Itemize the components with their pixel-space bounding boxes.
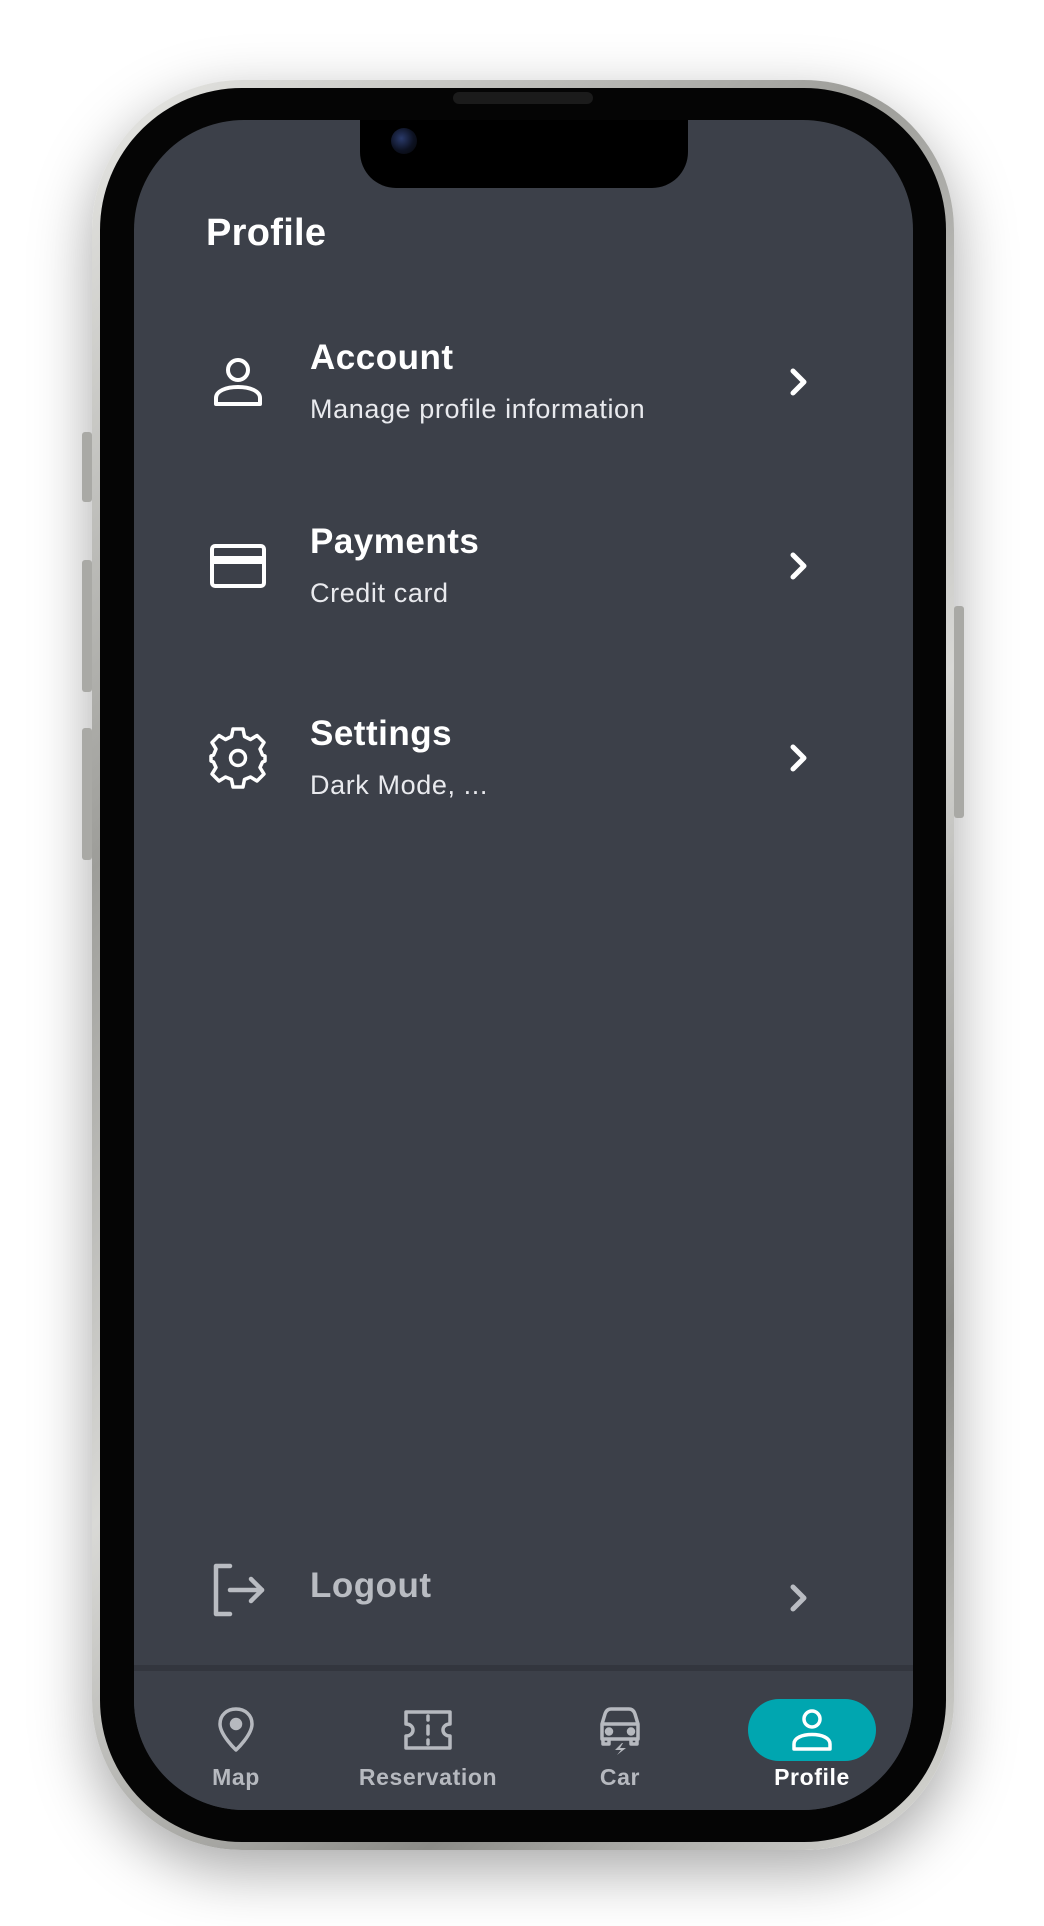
chevron-right-icon <box>778 546 818 586</box>
map-pin-icon <box>172 1699 300 1761</box>
earpiece-speaker <box>453 92 593 104</box>
volume-down-button <box>82 728 92 860</box>
menu-item-account[interactable]: Account Manage profile information <box>206 330 846 440</box>
person-icon <box>206 350 270 414</box>
app-screen: Profile Account Manage profile informati… <box>134 120 913 1810</box>
volume-up-button <box>82 560 92 692</box>
power-button <box>954 606 964 818</box>
logout-icon <box>206 1558 270 1622</box>
bottom-navigation: Map Reservation Car Profile <box>134 1671 913 1810</box>
menu-item-title: Payments <box>310 522 480 561</box>
chevron-right-icon <box>778 1578 818 1618</box>
front-camera <box>391 128 417 154</box>
menu-item-title: Settings <box>310 714 453 753</box>
nav-label: Map <box>212 1764 260 1790</box>
person-icon <box>748 1699 876 1761</box>
logout-label: Logout <box>310 1566 432 1605</box>
nav-item-reservation[interactable]: Reservation <box>338 1671 518 1801</box>
nav-item-profile[interactable]: Profile <box>722 1671 902 1801</box>
credit-card-icon <box>206 534 270 598</box>
menu-item-title: Account <box>310 338 454 377</box>
gear-icon <box>206 726 270 790</box>
nav-label: Profile <box>774 1764 850 1790</box>
nav-item-map[interactable]: Map <box>146 1671 326 1801</box>
menu-item-subtitle: Credit card <box>310 578 449 608</box>
menu-item-subtitle: Dark Mode, ... <box>310 770 488 800</box>
logout-button[interactable]: Logout <box>206 1538 846 1648</box>
ticket-icon <box>364 1699 492 1761</box>
nav-item-car[interactable]: Car <box>530 1671 710 1801</box>
silent-switch <box>82 432 92 502</box>
nav-label: Reservation <box>358 1764 498 1790</box>
menu-item-settings[interactable]: Settings Dark Mode, ... <box>206 706 846 816</box>
menu-item-payments[interactable]: Payments Credit card <box>206 514 846 624</box>
car-icon <box>556 1699 684 1761</box>
chevron-right-icon <box>778 738 818 778</box>
menu-item-subtitle: Manage profile information <box>310 394 646 424</box>
page-title: Profile <box>206 212 327 254</box>
nav-label: Car <box>599 1764 641 1790</box>
chevron-right-icon <box>778 362 818 402</box>
